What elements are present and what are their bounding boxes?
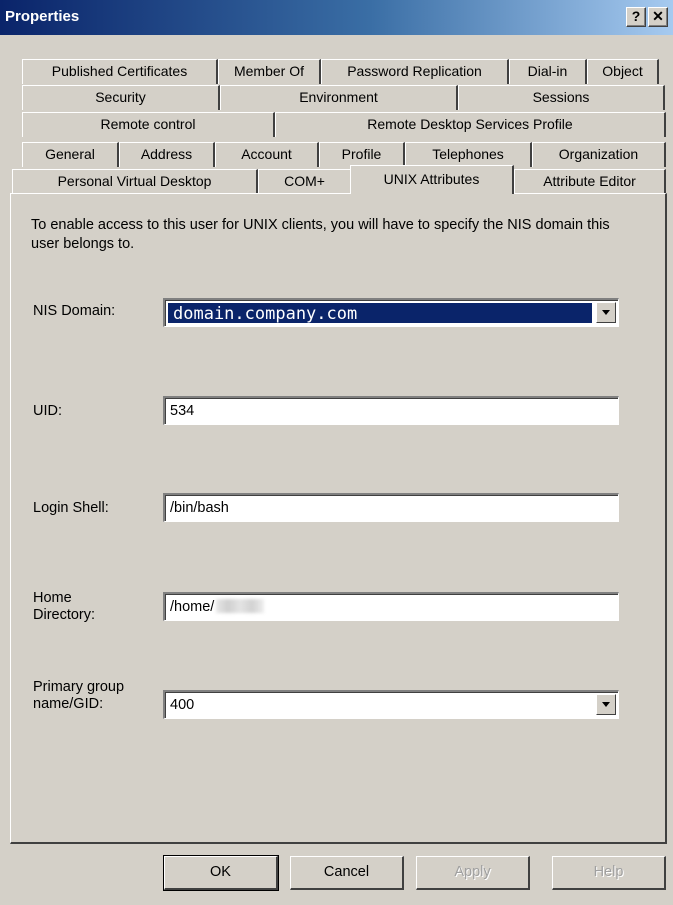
tab-telephones[interactable]: Telephones	[405, 142, 532, 167]
apply-button[interactable]: Apply	[416, 856, 530, 890]
close-icon[interactable]: ✕	[648, 7, 668, 27]
chevron-down-icon[interactable]	[596, 302, 616, 323]
redacted-username	[216, 599, 265, 613]
tab-organization[interactable]: Organization	[532, 142, 666, 167]
cancel-button[interactable]: Cancel	[290, 856, 404, 890]
nis-domain-value: domain.company.com	[168, 303, 592, 324]
tab-unix-attributes[interactable]: UNIX Attributes	[350, 165, 514, 194]
login-shell-label: Login Shell:	[33, 500, 109, 516]
nis-domain-label: NIS Domain:	[33, 303, 116, 319]
tab-remote-control[interactable]: Remote control	[22, 112, 275, 137]
uid-field[interactable]: 534	[163, 396, 619, 425]
primary-group-label-line1: Primary group	[33, 679, 125, 695]
tab-account[interactable]: Account	[215, 142, 319, 167]
primary-group-select[interactable]: 400	[163, 690, 619, 719]
primary-group-label-line2: name/GID:	[33, 696, 104, 712]
uid-label: UID:	[33, 403, 62, 419]
tab-personal-virtual-desktop[interactable]: Personal Virtual Desktop	[12, 169, 258, 194]
login-shell-value: /bin/bash	[170, 500, 229, 516]
tab-dial-in[interactable]: Dial-in	[509, 59, 587, 84]
primary-group-value: 400	[170, 697, 195, 713]
tab-environment[interactable]: Environment	[220, 85, 458, 110]
tab-member-of[interactable]: Member Of	[218, 59, 321, 84]
unix-attributes-panel: To enable access to this user for UNIX c…	[10, 193, 667, 844]
tab-profile[interactable]: Profile	[319, 142, 405, 167]
tab-attribute-editor[interactable]: Attribute Editor	[514, 169, 666, 194]
help-button[interactable]: Help	[552, 856, 666, 890]
properties-dialog: Properties ? ✕ Published Certificates Me…	[0, 0, 673, 905]
nis-domain-select[interactable]: domain.company.com	[163, 298, 619, 327]
window-title: Properties	[5, 8, 80, 25]
ok-button[interactable]: OK	[163, 855, 279, 891]
home-directory-field[interactable]: /home/	[163, 592, 619, 621]
home-directory-label-line1: Home	[33, 590, 72, 606]
primary-group-label: Primary group name/GID:	[33, 679, 124, 713]
tab-remote-desktop-services-profile[interactable]: Remote Desktop Services Profile	[275, 112, 666, 137]
tab-security[interactable]: Security	[22, 85, 220, 110]
tab-sessions[interactable]: Sessions	[458, 85, 665, 110]
uid-value: 534	[170, 403, 195, 419]
tab-published-certificates[interactable]: Published Certificates	[22, 59, 218, 84]
home-directory-label: Home Directory:	[33, 590, 95, 624]
login-shell-field[interactable]: /bin/bash	[163, 493, 619, 522]
tab-address[interactable]: Address	[119, 142, 215, 167]
title-bar[interactable]: Properties ? ✕	[0, 0, 673, 35]
tab-general[interactable]: General	[22, 142, 119, 167]
chevron-down-icon[interactable]	[596, 694, 616, 715]
help-icon[interactable]: ?	[626, 7, 646, 27]
tab-password-replication[interactable]: Password Replication	[321, 59, 509, 84]
home-directory-value: /home/	[170, 599, 215, 615]
tab-com-plus[interactable]: COM+	[258, 169, 352, 194]
tab-object[interactable]: Object	[587, 59, 659, 84]
home-directory-label-line2: Directory:	[33, 607, 96, 623]
intro-text: To enable access to this user for UNIX c…	[31, 217, 610, 252]
